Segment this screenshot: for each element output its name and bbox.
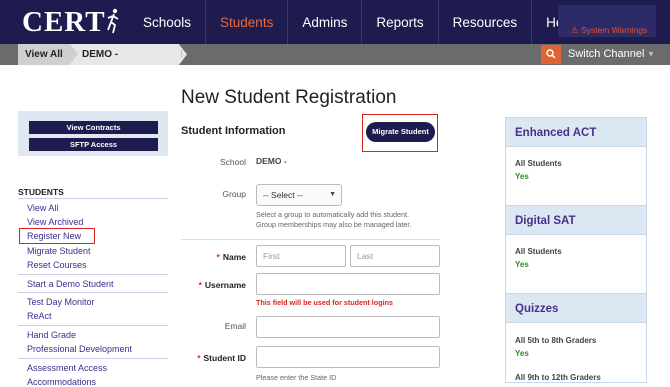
student-id-input[interactable] bbox=[256, 346, 440, 368]
quizzes-item-value: Yes bbox=[515, 349, 529, 358]
student-id-label: * Student ID bbox=[186, 353, 246, 363]
name-label-text: Name bbox=[222, 252, 246, 262]
breadcrumb-arrow bbox=[70, 44, 78, 64]
quizzes-header: Quizzes bbox=[505, 293, 647, 323]
sidebar-item-migrate-student[interactable]: Migrate Student bbox=[27, 246, 91, 256]
sidebar-divider bbox=[18, 325, 168, 326]
username-label-text: Username bbox=[204, 280, 246, 290]
group-help-line-1: Select a group to automatically add this… bbox=[256, 210, 410, 219]
username-input[interactable] bbox=[256, 273, 440, 295]
required-mark: * bbox=[198, 280, 202, 290]
group-select[interactable]: -- Select -- ▼ bbox=[256, 184, 342, 206]
switch-channel-dropdown[interactable]: Switch Channel ▾ bbox=[568, 44, 653, 65]
quizzes-item-label: All 9th to 12th Graders bbox=[515, 373, 601, 382]
username-note: This field will be used for student logi… bbox=[256, 298, 393, 307]
student-id-note: Please enter the State ID bbox=[256, 373, 337, 382]
register-new-highlight bbox=[19, 228, 95, 244]
sidebar-item-professional-development[interactable]: Professional Development bbox=[27, 344, 132, 354]
first-name-input[interactable]: First bbox=[256, 245, 346, 267]
search-button[interactable] bbox=[541, 45, 561, 64]
group-help-text: Select a group to automatically add this… bbox=[256, 210, 411, 230]
sidebar-item-view-all[interactable]: View All bbox=[27, 203, 58, 213]
nav-schools[interactable]: Schools bbox=[129, 0, 205, 44]
migrate-student-button[interactable]: Migrate Student bbox=[366, 122, 435, 142]
cert-logo[interactable]: CERT bbox=[22, 6, 120, 39]
main-nav: Schools Students Admins Reports Resource… bbox=[129, 0, 588, 44]
sidebar-divider bbox=[18, 292, 168, 293]
nav-reports[interactable]: Reports bbox=[361, 0, 437, 44]
sftp-access-button[interactable]: SFTP Access bbox=[29, 138, 158, 151]
required-mark: * bbox=[197, 353, 201, 363]
sidebar-item-accommodations[interactable]: Accommodations bbox=[27, 377, 96, 387]
enhanced-act-item-value: Yes bbox=[515, 172, 529, 181]
sidebar-item-hand-grade[interactable]: Hand Grade bbox=[27, 330, 76, 340]
group-help-line-2: Group memberships may also be managed la… bbox=[256, 220, 412, 229]
group-select-value: -- Select -- bbox=[263, 190, 303, 200]
search-icon bbox=[546, 49, 556, 59]
digital-sat-item-label: All Students bbox=[515, 247, 562, 256]
runner-figure-icon bbox=[106, 8, 119, 34]
system-warnings-label: System Warnings bbox=[580, 25, 648, 35]
sidebar-divider bbox=[18, 274, 168, 275]
nav-admins[interactable]: Admins bbox=[287, 0, 361, 44]
sidebar-divider bbox=[18, 198, 168, 199]
enhanced-act-header: Enhanced ACT bbox=[505, 117, 647, 147]
sidebar-item-reset-courses[interactable]: Reset Courses bbox=[27, 260, 87, 270]
chevron-down-icon: ▼ bbox=[329, 191, 336, 198]
section-title: Student Information bbox=[181, 125, 286, 137]
breadcrumb-demo-label: DEMO - bbox=[82, 49, 119, 60]
last-name-input[interactable]: Last bbox=[350, 245, 440, 267]
breadcrumb-view-all[interactable]: View All bbox=[18, 44, 70, 65]
school-label: School bbox=[220, 157, 246, 167]
chevron-down-icon: ▾ bbox=[648, 49, 654, 60]
logo-text: CERT bbox=[22, 6, 106, 38]
email-label: Email bbox=[224, 321, 246, 331]
nav-students[interactable]: Students bbox=[205, 0, 287, 44]
switch-channel-label: Switch Channel bbox=[568, 48, 645, 60]
breadcrumb-demo[interactable]: DEMO - ⁝ bbox=[70, 44, 187, 65]
name-label: * Name bbox=[186, 252, 246, 262]
view-contracts-button[interactable]: View Contracts bbox=[29, 121, 158, 134]
nav-resources[interactable]: Resources bbox=[437, 0, 532, 44]
student-id-label-text: Student ID bbox=[203, 353, 247, 363]
form-divider bbox=[181, 239, 440, 240]
warning-icon: ⚠ bbox=[571, 25, 581, 35]
email-input[interactable] bbox=[256, 316, 440, 338]
sidebar-item-view-archived[interactable]: View Archived bbox=[27, 217, 83, 227]
digital-sat-header: Digital SAT bbox=[505, 205, 647, 235]
quizzes-item-label: All 5th to 8th Graders bbox=[515, 336, 597, 345]
page-title: New Student Registration bbox=[181, 87, 397, 108]
system-warnings-link[interactable]: ⚠ System Warnings bbox=[571, 25, 647, 36]
required-mark: * bbox=[216, 252, 220, 262]
sidebar-divider bbox=[18, 358, 168, 359]
sidebar-item-test-day-monitor[interactable]: Test Day Monitor bbox=[27, 297, 95, 307]
username-label: * Username bbox=[186, 280, 246, 290]
sidebar-item-start-demo-student[interactable]: Start a Demo Student bbox=[27, 279, 114, 289]
group-label: Group bbox=[222, 189, 246, 199]
sidebar-item-react[interactable]: ReAct bbox=[27, 311, 52, 321]
enhanced-act-item-label: All Students bbox=[515, 159, 562, 168]
digital-sat-item-value: Yes bbox=[515, 260, 529, 269]
school-value: DEMO - bbox=[256, 156, 287, 166]
sidebar-item-assessment-access[interactable]: Assessment Access bbox=[27, 363, 107, 373]
sidebar-heading-students: STUDENTS bbox=[18, 187, 64, 197]
